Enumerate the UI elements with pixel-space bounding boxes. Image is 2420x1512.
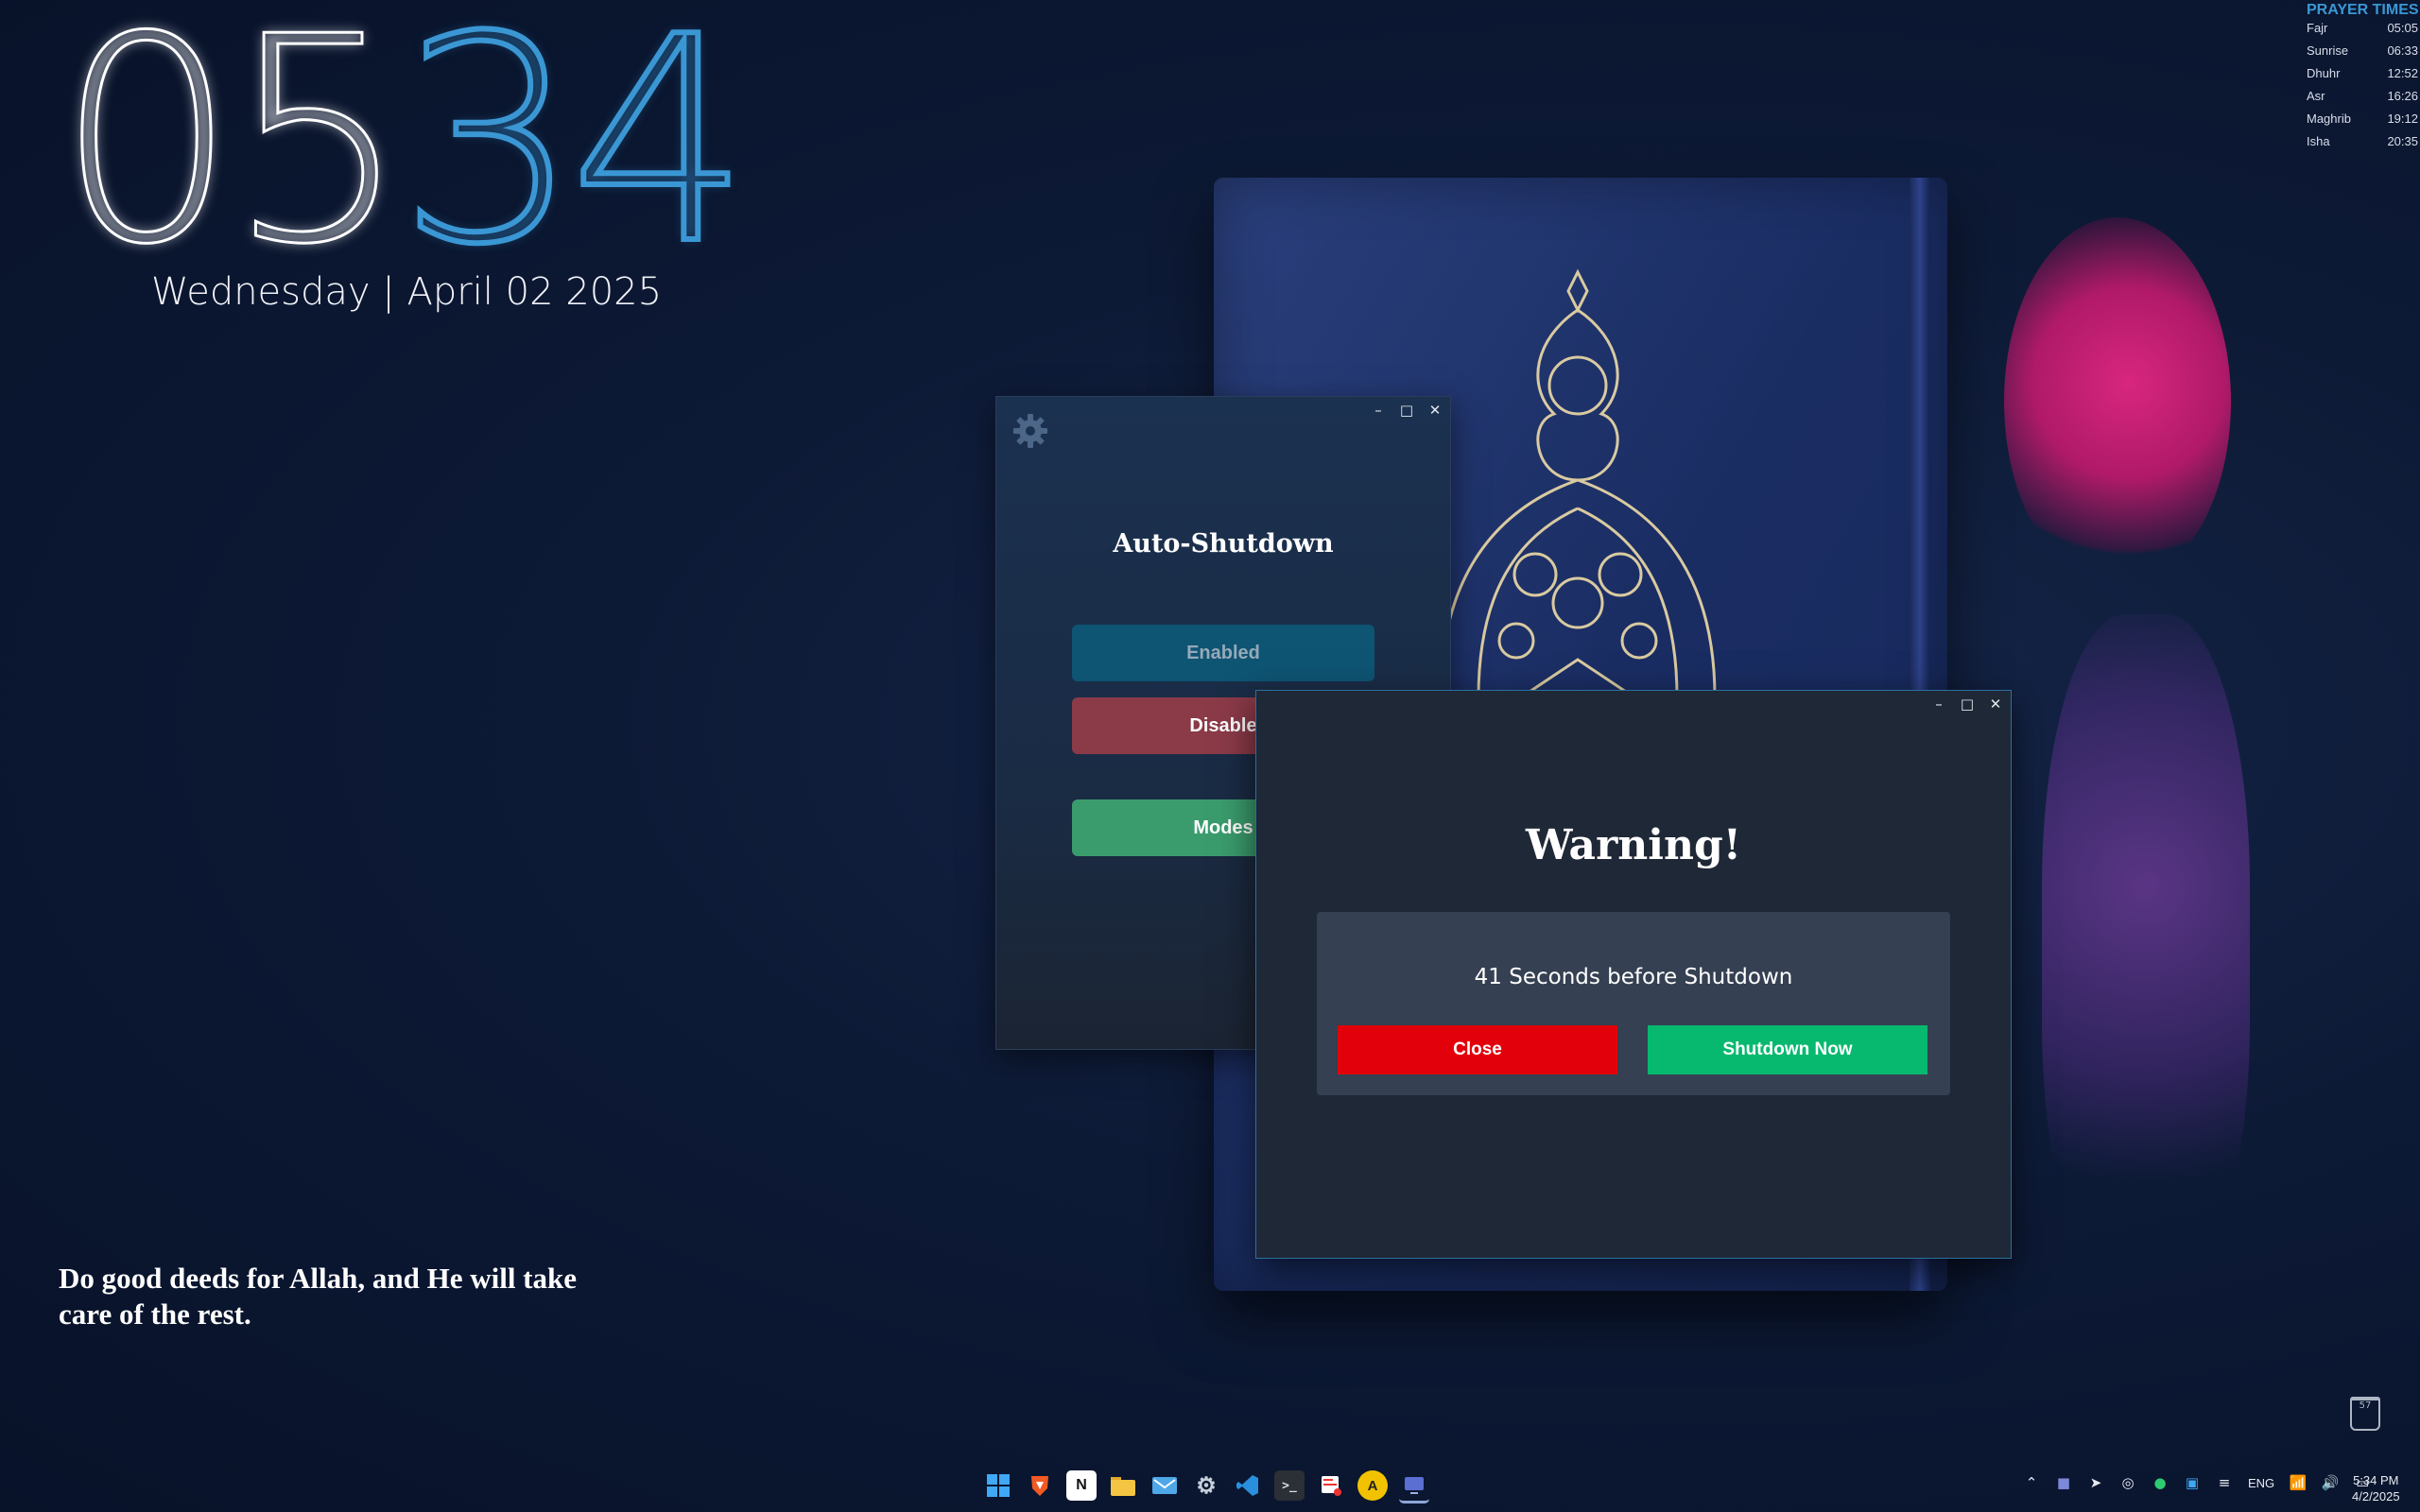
minimize-button[interactable]: – xyxy=(1371,403,1386,418)
prayer-time: 06:33 xyxy=(2387,43,2418,58)
window-controls: – □ ✕ xyxy=(1931,696,2003,712)
notion-icon[interactable]: N xyxy=(1066,1470,1097,1501)
desktop-clock: 0534 xyxy=(56,0,753,306)
prayer-time: 12:52 xyxy=(2387,66,2418,80)
tray-green-icon[interactable]: ● xyxy=(2152,1474,2169,1491)
taskbar-date: 4/2/2025 xyxy=(2352,1489,2400,1503)
tray-settings-icon[interactable]: ◎ xyxy=(2119,1474,2136,1491)
minimize-button[interactable]: – xyxy=(1931,696,1946,712)
warning-title: Warning! xyxy=(1525,821,1742,869)
snipping-icon[interactable] xyxy=(1316,1470,1346,1501)
brave-icon[interactable] xyxy=(1025,1470,1055,1501)
taskbar-clock[interactable]: 5:34 PM 4/2/2025 xyxy=(2352,1472,2400,1504)
prayer-times-widget: PRAYER TIMES Fajr 05:05 Sunrise 06:33 Dhuh… xyxy=(2269,0,2420,157)
close-window-button[interactable]: ✕ xyxy=(1988,696,2003,712)
maximize-button[interactable]: □ xyxy=(1960,696,1975,712)
prayer-time: 05:05 xyxy=(2387,21,2418,35)
taskbar-time: 5:34 PM xyxy=(2353,1473,2399,1487)
maximize-button[interactable]: □ xyxy=(1399,403,1414,418)
auto-shutdown-title: Auto-Shutdown xyxy=(1113,529,1334,558)
tray-blue-icon[interactable]: ▣ xyxy=(2184,1474,2201,1491)
file-explorer-icon[interactable] xyxy=(1108,1470,1138,1501)
desktop-quote: Do good deeds for Allah, and He will tak… xyxy=(59,1262,578,1331)
flower-decoration xyxy=(2004,217,2231,586)
wifi-icon[interactable]: 📶 xyxy=(2290,1474,2308,1491)
flower-decoration xyxy=(2042,614,2250,1295)
telegram-icon[interactable]: ➤ xyxy=(2087,1474,2104,1491)
prayer-row-asr: Asr 16:26 xyxy=(2269,89,2420,112)
prayer-times-title: PRAYER TIMES xyxy=(2307,2,2419,18)
app-a-icon[interactable]: A xyxy=(1357,1470,1388,1501)
window-controls: – □ ✕ xyxy=(1371,403,1443,418)
prayer-name: Sunrise xyxy=(2307,43,2349,58)
prayer-name: Dhuhr xyxy=(2307,66,2341,80)
prayer-name: Isha xyxy=(2307,134,2330,148)
desktop-date: Wednesday | April 02 2025 xyxy=(151,270,663,314)
prayer-row-dhuhr: Dhuhr 12:52 xyxy=(2269,66,2420,89)
countdown-message: 41 Seconds before Shutdown xyxy=(1474,965,1793,989)
tray-list-icon[interactable]: ≡ xyxy=(2216,1474,2233,1491)
recycle-bin-icon[interactable]: 57 xyxy=(2350,1397,2380,1431)
warning-panel: 41 Seconds before Shutdown Close Shutdow… xyxy=(1317,912,1950,1095)
start-icon[interactable] xyxy=(983,1470,1013,1501)
terminal-icon[interactable]: >_ xyxy=(1274,1470,1305,1501)
mail-icon[interactable] xyxy=(1150,1470,1180,1501)
gear-icon[interactable] xyxy=(1011,412,1049,450)
vscode-icon[interactable] xyxy=(1233,1470,1263,1501)
close-window-button[interactable]: ✕ xyxy=(1427,403,1443,418)
language-indicator[interactable]: ENG xyxy=(2248,1476,2274,1490)
shutdown-now-button[interactable]: Shutdown Now xyxy=(1648,1025,1927,1074)
prayer-name: Maghrib xyxy=(2307,112,2351,126)
prayer-row-maghrib: Maghrib 19:12 xyxy=(2269,112,2420,134)
warning-dialog: – □ ✕ Warning! 41 Seconds before Shutdow… xyxy=(1255,690,2012,1259)
close-button[interactable]: Close xyxy=(1338,1025,1617,1074)
auto-shutdown-icon[interactable] xyxy=(1399,1470,1429,1503)
clock-minutes: 34 xyxy=(396,0,753,306)
prayer-time: 20:35 xyxy=(2387,134,2418,148)
enabled-button[interactable]: Enabled xyxy=(1072,625,1374,681)
settings-icon[interactable]: ⚙ xyxy=(1191,1470,1221,1501)
tray-app-icon[interactable]: ■ xyxy=(2055,1474,2072,1491)
prayer-row-isha: Isha 20:35 xyxy=(2269,134,2420,157)
taskbar-apps: N ⚙ >_ A xyxy=(983,1470,1429,1503)
chevron-up-icon[interactable]: ⌃ xyxy=(2023,1474,2040,1491)
prayer-row-fajr: Fajr 05:05 xyxy=(2269,21,2420,43)
recycle-bin-label: 57 xyxy=(2359,1400,2372,1411)
volume-icon[interactable]: 🔊 xyxy=(2322,1474,2340,1491)
prayer-time: 16:26 xyxy=(2387,89,2418,103)
clock-hours: 05 xyxy=(56,0,410,306)
system-tray: ⌃ ■ ➤ ◎ ● ▣ ≡ ENG 📶 🔊 ▭ xyxy=(2023,1474,2371,1491)
prayer-name: Fajr xyxy=(2307,21,2328,35)
prayer-name: Asr xyxy=(2307,89,2325,103)
prayer-time: 19:12 xyxy=(2387,112,2418,126)
prayer-row-sunrise: Sunrise 06:33 xyxy=(2269,43,2420,66)
